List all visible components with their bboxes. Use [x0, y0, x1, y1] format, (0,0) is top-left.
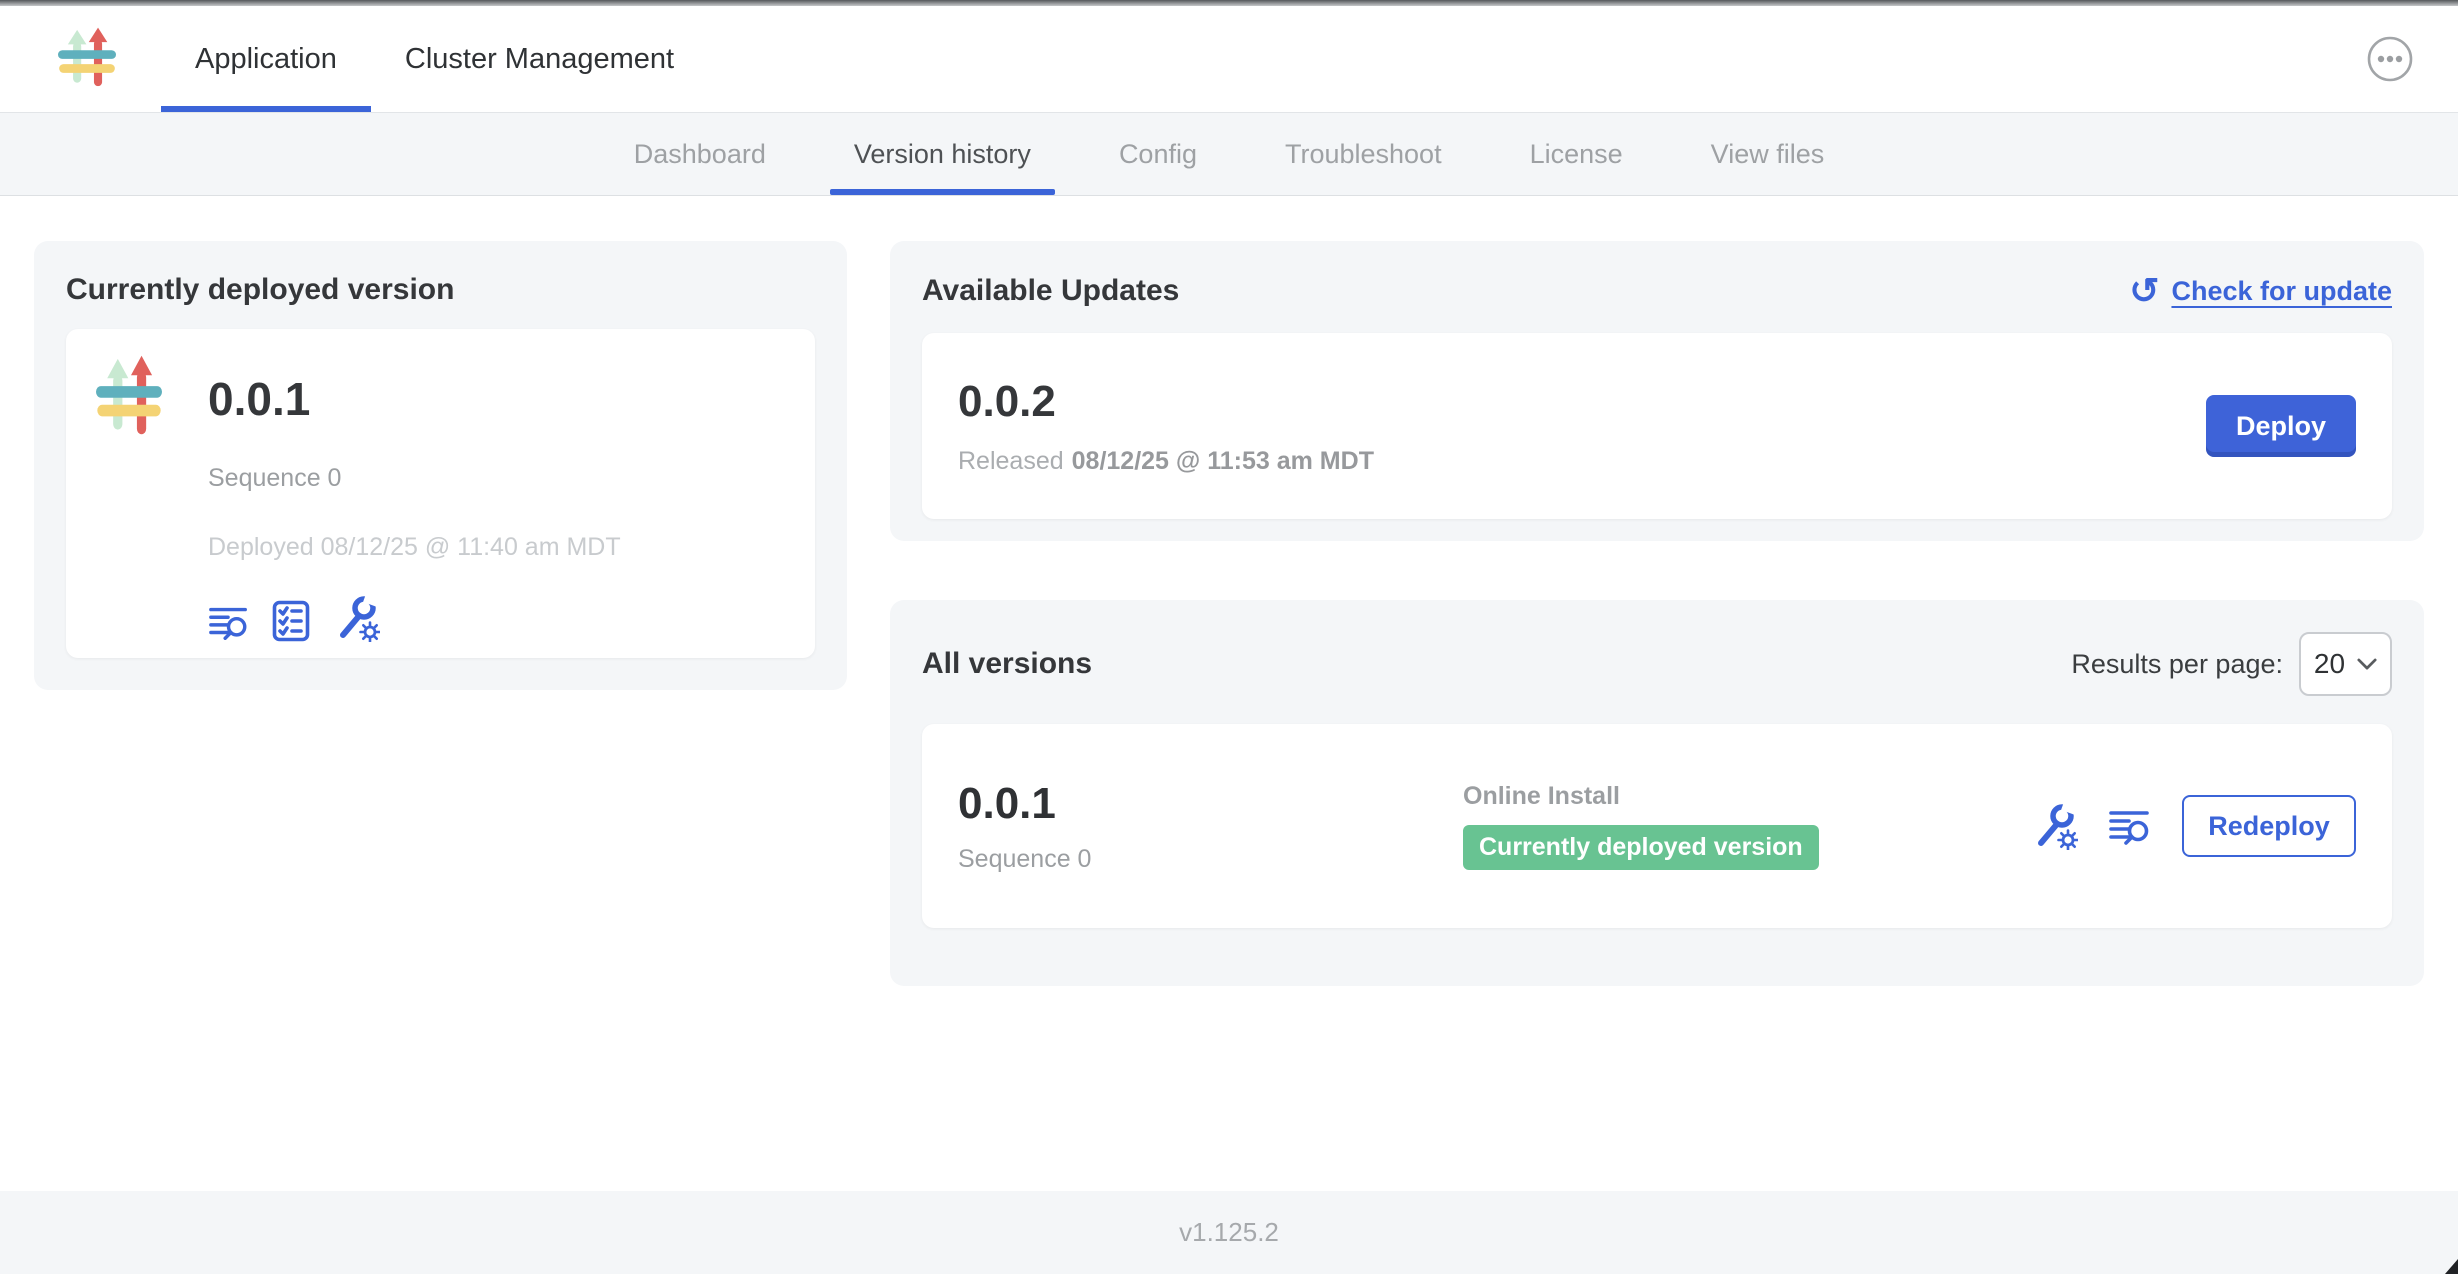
- deployed-version-number: 0.0.1: [208, 355, 621, 442]
- update-row: 0.0.2 Released 08/12/25 @ 11:53 am MDT De…: [922, 333, 2392, 519]
- all-versions-title: All versions: [922, 647, 1092, 681]
- app-logo-icon: [96, 355, 162, 442]
- all-versions-header: All versions Results per page: 20: [922, 632, 2392, 696]
- ellipsis-icon: [2366, 35, 2414, 83]
- refresh-icon: ↺: [2129, 273, 2159, 309]
- redeploy-button[interactable]: Redeploy: [2182, 795, 2356, 857]
- subnav-item-config-label: Config: [1119, 139, 1197, 170]
- subnav-item-license-label: License: [1530, 139, 1623, 170]
- config-wrench-icon[interactable]: [332, 594, 380, 642]
- subnav-item-config[interactable]: Config: [1113, 113, 1203, 195]
- currently-deployed-badge: Currently deployed version: [1463, 825, 1819, 870]
- subnav-item-dashboard[interactable]: Dashboard: [628, 113, 772, 195]
- results-per-page-label: Results per page:: [2071, 649, 2283, 680]
- logs-icon[interactable]: [2108, 806, 2152, 846]
- subnav-item-license[interactable]: License: [1524, 113, 1629, 195]
- logs-icon[interactable]: [208, 602, 250, 642]
- version-row-sequence: Sequence 0: [958, 845, 1463, 874]
- deployed-timestamp: Deployed 08/12/25 @ 11:40 am MDT: [208, 533, 621, 562]
- subnav-item-dashboard-label: Dashboard: [634, 139, 766, 170]
- currently-deployed-card: Currently deployed version 0.0.1 Sequenc…: [34, 241, 847, 690]
- deployed-version-actions: [208, 594, 621, 642]
- subnav-item-troubleshoot[interactable]: Troubleshoot: [1279, 113, 1448, 195]
- subnav-item-view-files[interactable]: View files: [1705, 113, 1831, 195]
- config-wrench-icon[interactable]: [2030, 802, 2078, 850]
- tab-cluster-management-label: Cluster Management: [405, 43, 674, 76]
- deployed-version-info: 0.0.1 Sequence 0 Deployed 08/12/25 @ 11:…: [208, 355, 621, 632]
- right-column: Available Updates ↺ Check for update 0.0…: [890, 241, 2424, 1191]
- version-row-number: 0.0.1: [958, 779, 1463, 829]
- results-per-page: Results per page: 20: [2071, 632, 2392, 696]
- app-logo: [58, 6, 116, 112]
- all-versions-card: All versions Results per page: 20 0.0.1 …: [890, 600, 2424, 986]
- app-header: Application Cluster Management: [0, 6, 2458, 113]
- preflight-checks-icon[interactable]: [272, 600, 310, 642]
- chevron-down-icon: [2357, 658, 2377, 671]
- deployed-version-panel: 0.0.1 Sequence 0 Deployed 08/12/25 @ 11:…: [66, 329, 815, 658]
- subnav-item-version-history-label: Version history: [854, 139, 1031, 170]
- tab-application-label: Application: [195, 43, 337, 76]
- subnav-item-version-history[interactable]: Version history: [848, 113, 1037, 195]
- subnav-item-view-files-label: View files: [1711, 139, 1825, 170]
- available-updates-title: Available Updates: [922, 274, 1179, 308]
- header-spacer: [708, 6, 2366, 112]
- version-row-info: 0.0.1 Sequence 0: [958, 779, 1463, 874]
- version-row-actions: Redeploy: [2030, 795, 2356, 857]
- app-logo-icon: [58, 27, 116, 92]
- install-type-label: Online Install: [1463, 782, 2030, 811]
- results-per-page-select[interactable]: 20: [2299, 632, 2392, 696]
- console-version: v1.125.2: [1179, 1217, 1279, 1248]
- currently-deployed-title: Currently deployed version: [66, 273, 815, 307]
- version-row: 0.0.1 Sequence 0 Online Install Currentl…: [922, 724, 2392, 928]
- released-timestamp: 08/12/25 @ 11:53 am MDT: [1072, 447, 1374, 475]
- update-version-number: 0.0.2: [958, 377, 1374, 427]
- overflow-menu-button[interactable]: [2366, 6, 2414, 112]
- tab-cluster-management[interactable]: Cluster Management: [371, 6, 708, 112]
- version-history-page: Currently deployed version 0.0.1 Sequenc…: [0, 196, 2458, 1191]
- tab-application[interactable]: Application: [161, 6, 371, 112]
- check-for-update-link[interactable]: ↺ Check for update: [2129, 273, 2392, 309]
- app-footer: v1.125.2: [0, 1191, 2458, 1274]
- update-info: 0.0.2 Released 08/12/25 @ 11:53 am MDT: [958, 377, 1374, 476]
- update-released-line: Released 08/12/25 @ 11:53 am MDT: [958, 447, 1374, 476]
- primary-nav: Application Cluster Management: [161, 6, 708, 112]
- available-updates-card: Available Updates ↺ Check for update 0.0…: [890, 241, 2424, 541]
- check-for-update-label: Check for update: [2171, 276, 2392, 307]
- released-prefix: Released: [958, 447, 1064, 475]
- deploy-button[interactable]: Deploy: [2206, 395, 2356, 457]
- version-row-status: Online Install Currently deployed versio…: [1463, 782, 2030, 870]
- subnav-item-troubleshoot-label: Troubleshoot: [1285, 139, 1442, 170]
- available-updates-header: Available Updates ↺ Check for update: [922, 273, 2392, 309]
- app-subnav: Dashboard Version history Config Trouble…: [0, 113, 2458, 196]
- results-per-page-value: 20: [2314, 648, 2345, 680]
- deployed-sequence: Sequence 0: [208, 464, 621, 493]
